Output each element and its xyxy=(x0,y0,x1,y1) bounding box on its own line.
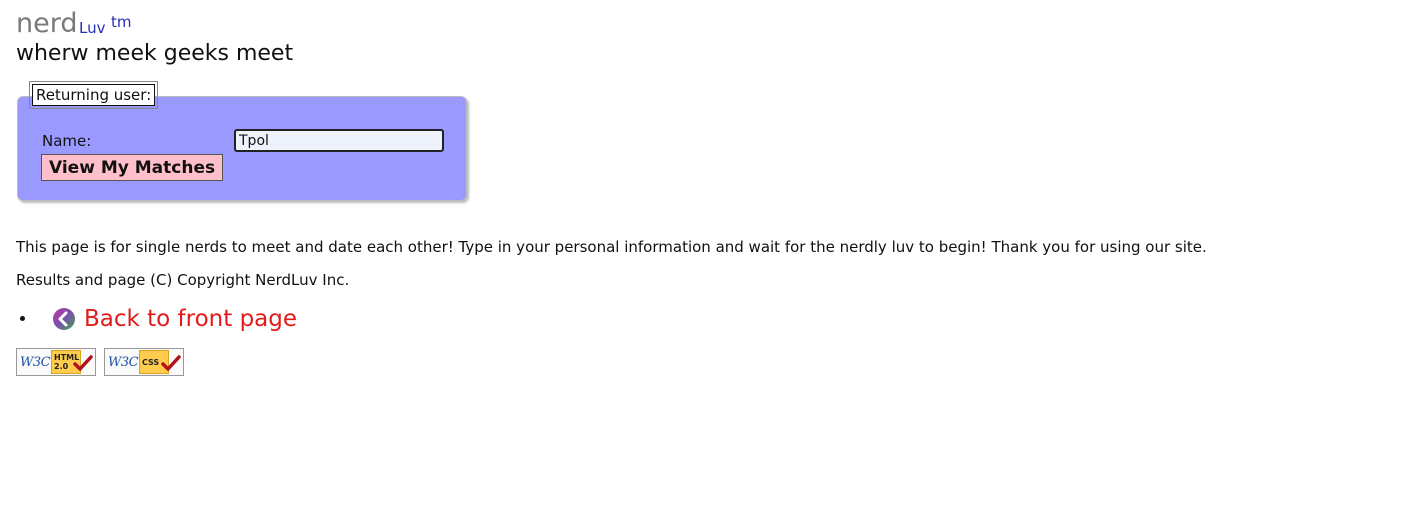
copyright-text: Results and page (C) Copyright NerdLuv I… xyxy=(16,271,350,289)
returning-user-fieldset: Returning user: Name: View My Matches xyxy=(17,81,467,201)
validator-badges: W3C HTML 2.0 W3C CSS xyxy=(16,348,184,376)
w3c-css-badge[interactable]: W3C CSS xyxy=(104,348,184,376)
nav-list-item: Back to front page xyxy=(20,306,297,332)
checkmark-icon xyxy=(161,355,181,371)
tagline: wherw meek geeks meet xyxy=(16,41,294,66)
view-my-matches-button[interactable]: View My Matches xyxy=(41,154,224,181)
nav-list: Back to front page xyxy=(16,306,297,332)
badge-label-line2: 2.0 xyxy=(54,362,69,371)
back-to-front-page-link[interactable]: Back to front page xyxy=(84,306,297,332)
page: nerd Luv tm wherw meek geeks meet xyxy=(0,0,1405,75)
name-label: Name: xyxy=(42,132,92,150)
back-arrow-icon[interactable] xyxy=(52,307,76,331)
list-bullet xyxy=(20,316,25,321)
intro-text: This page is for single nerds to meet an… xyxy=(16,238,1207,256)
w3c-html-badge[interactable]: W3C HTML 2.0 xyxy=(16,348,96,376)
name-input[interactable] xyxy=(234,129,444,152)
w3c-logo-text: W3C xyxy=(20,354,51,370)
w3c-logo-text: W3C xyxy=(108,354,139,370)
checkmark-icon xyxy=(73,355,93,371)
logo-sub-text: Luv xyxy=(79,19,106,37)
logo: nerd Luv tm xyxy=(16,8,1389,40)
logo-main-text: nerd xyxy=(16,8,78,39)
badge-label-line1: CSS xyxy=(142,358,160,367)
fieldset-legend: Returning user: xyxy=(28,81,159,109)
logo-trademark: tm xyxy=(111,13,132,31)
